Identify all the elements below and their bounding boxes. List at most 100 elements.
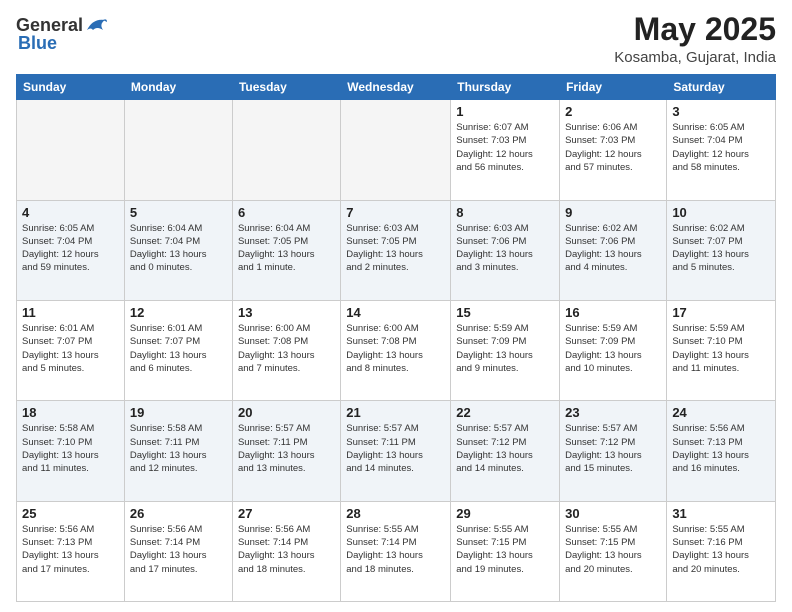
day-info: Sunrise: 6:02 AM Sunset: 7:07 PM Dayligh…: [672, 222, 770, 275]
table-row: 27 Sunrise: 5:56 AM Sunset: 7:14 PM Dayli…: [232, 501, 340, 601]
logo-bird-icon: [85, 16, 107, 34]
day-number: 7: [346, 205, 445, 220]
table-row: 9 Sunrise: 6:02 AM Sunset: 7:06 PM Daylig…: [560, 200, 667, 300]
calendar-week-row: 11 Sunrise: 6:01 AM Sunset: 7:07 PM Dayli…: [17, 300, 776, 400]
table-row: 19Sunrise: 5:58 AM Sunset: 7:11 PM Dayli…: [124, 401, 232, 501]
day-info: Sunrise: 5:57 AM Sunset: 7:11 PM Dayligh…: [238, 422, 335, 475]
day-info: Sunrise: 5:59 AM Sunset: 7:09 PM Dayligh…: [565, 322, 661, 375]
day-info: Sunrise: 5:57 AM Sunset: 7:12 PM Dayligh…: [565, 422, 661, 475]
day-number: 20: [238, 405, 335, 420]
day-number: 4: [22, 205, 119, 220]
page: General Blue May 2025 Kosamba, Gujarat, …: [0, 0, 792, 612]
day-number: 25: [22, 506, 119, 521]
location-title: Kosamba, Gujarat, India: [614, 49, 776, 66]
table-row: 30Sunrise: 5:55 AM Sunset: 7:15 PM Dayli…: [560, 501, 667, 601]
day-info: Sunrise: 6:03 AM Sunset: 7:06 PM Dayligh…: [456, 222, 554, 275]
table-row: 11 Sunrise: 6:01 AM Sunset: 7:07 PM Dayli…: [17, 300, 125, 400]
table-row: 14Sunrise: 6:00 AM Sunset: 7:08 PM Dayli…: [341, 300, 451, 400]
table-row: [341, 100, 451, 200]
table-row: 3 Sunrise: 6:05 AM Sunset: 7:04 PM Daylig…: [667, 100, 776, 200]
day-number: 31: [672, 506, 770, 521]
header-monday: Monday: [124, 75, 232, 100]
table-row: 26Sunrise: 5:56 AM Sunset: 7:14 PM Dayli…: [124, 501, 232, 601]
day-info: Sunrise: 5:56 AM Sunset: 7:13 PM Dayligh…: [22, 523, 119, 576]
day-number: 3: [672, 104, 770, 119]
day-number: 12: [130, 305, 227, 320]
day-info: Sunrise: 6:01 AM Sunset: 7:07 PM Dayligh…: [130, 322, 227, 375]
day-number: 29: [456, 506, 554, 521]
day-number: 21: [346, 405, 445, 420]
day-info: Sunrise: 5:55 AM Sunset: 7:15 PM Dayligh…: [456, 523, 554, 576]
day-number: 30: [565, 506, 661, 521]
calendar-week-row: 4Sunrise: 6:05 AM Sunset: 7:04 PM Daylig…: [17, 200, 776, 300]
day-number: 6: [238, 205, 335, 220]
table-row: 2 Sunrise: 6:06 AM Sunset: 7:03 PM Daylig…: [560, 100, 667, 200]
header-thursday: Thursday: [451, 75, 560, 100]
day-number: 14: [346, 305, 445, 320]
day-info: Sunrise: 5:56 AM Sunset: 7:13 PM Dayligh…: [672, 422, 770, 475]
day-number: 27: [238, 506, 335, 521]
day-info: Sunrise: 5:57 AM Sunset: 7:12 PM Dayligh…: [456, 422, 554, 475]
day-info: Sunrise: 6:06 AM Sunset: 7:03 PM Dayligh…: [565, 121, 661, 174]
day-number: 8: [456, 205, 554, 220]
table-row: 29 Sunrise: 5:55 AM Sunset: 7:15 PM Dayli…: [451, 501, 560, 601]
day-info: Sunrise: 5:58 AM Sunset: 7:10 PM Dayligh…: [22, 422, 119, 475]
header: General Blue May 2025 Kosamba, Gujarat, …: [16, 12, 776, 66]
day-number: 15: [456, 305, 554, 320]
table-row: 15 Sunrise: 5:59 AM Sunset: 7:09 PM Dayli…: [451, 300, 560, 400]
header-friday: Friday: [560, 75, 667, 100]
day-number: 17: [672, 305, 770, 320]
day-number: 5: [130, 205, 227, 220]
day-info: Sunrise: 6:01 AM Sunset: 7:07 PM Dayligh…: [22, 322, 119, 375]
table-row: [124, 100, 232, 200]
day-info: Sunrise: 5:56 AM Sunset: 7:14 PM Dayligh…: [238, 523, 335, 576]
day-info: Sunrise: 6:03 AM Sunset: 7:05 PM Dayligh…: [346, 222, 445, 275]
day-number: 2: [565, 104, 661, 119]
table-row: 10 Sunrise: 6:02 AM Sunset: 7:07 PM Dayli…: [667, 200, 776, 300]
title-block: May 2025 Kosamba, Gujarat, India: [614, 12, 776, 66]
table-row: 7 Sunrise: 6:03 AM Sunset: 7:05 PM Daylig…: [341, 200, 451, 300]
table-row: 31 Sunrise: 5:55 AM Sunset: 7:16 PM Dayli…: [667, 501, 776, 601]
calendar-table: Sunday Monday Tuesday Wednesday Thursday…: [16, 74, 776, 602]
day-number: 18: [22, 405, 119, 420]
day-info: Sunrise: 6:04 AM Sunset: 7:04 PM Dayligh…: [130, 222, 227, 275]
day-number: 13: [238, 305, 335, 320]
logo-general: General: [16, 16, 83, 34]
day-number: 23: [565, 405, 661, 420]
day-info: Sunrise: 6:04 AM Sunset: 7:05 PM Dayligh…: [238, 222, 335, 275]
day-number: 16: [565, 305, 661, 320]
table-row: [17, 100, 125, 200]
table-row: 6 Sunrise: 6:04 AM Sunset: 7:05 PM Daylig…: [232, 200, 340, 300]
day-number: 11: [22, 305, 119, 320]
day-info: Sunrise: 6:05 AM Sunset: 7:04 PM Dayligh…: [672, 121, 770, 174]
table-row: [232, 100, 340, 200]
table-row: 20 Sunrise: 5:57 AM Sunset: 7:11 PM Dayli…: [232, 401, 340, 501]
table-row: 18 Sunrise: 5:58 AM Sunset: 7:10 PM Dayli…: [17, 401, 125, 501]
day-number: 9: [565, 205, 661, 220]
table-row: 24Sunrise: 5:56 AM Sunset: 7:13 PM Dayli…: [667, 401, 776, 501]
logo: General Blue: [16, 16, 107, 52]
header-saturday: Saturday: [667, 75, 776, 100]
table-row: 22 Sunrise: 5:57 AM Sunset: 7:12 PM Dayli…: [451, 401, 560, 501]
table-row: 8 Sunrise: 6:03 AM Sunset: 7:06 PM Daylig…: [451, 200, 560, 300]
day-info: Sunrise: 6:02 AM Sunset: 7:06 PM Dayligh…: [565, 222, 661, 275]
header-wednesday: Wednesday: [341, 75, 451, 100]
day-number: 28: [346, 506, 445, 521]
day-info: Sunrise: 5:59 AM Sunset: 7:09 PM Dayligh…: [456, 322, 554, 375]
day-number: 10: [672, 205, 770, 220]
day-number: 26: [130, 506, 227, 521]
day-number: 22: [456, 405, 554, 420]
day-info: Sunrise: 5:59 AM Sunset: 7:10 PM Dayligh…: [672, 322, 770, 375]
logo-blue: Blue: [18, 34, 107, 52]
table-row: 23 Sunrise: 5:57 AM Sunset: 7:12 PM Dayli…: [560, 401, 667, 501]
calendar-week-row: 18 Sunrise: 5:58 AM Sunset: 7:10 PM Dayli…: [17, 401, 776, 501]
day-number: 19: [130, 405, 227, 420]
header-tuesday: Tuesday: [232, 75, 340, 100]
day-info: Sunrise: 5:55 AM Sunset: 7:16 PM Dayligh…: [672, 523, 770, 576]
day-info: Sunrise: 5:55 AM Sunset: 7:14 PM Dayligh…: [346, 523, 445, 576]
day-info: Sunrise: 5:57 AM Sunset: 7:11 PM Dayligh…: [346, 422, 445, 475]
calendar-week-row: 1Sunrise: 6:07 AM Sunset: 7:03 PM Daylig…: [17, 100, 776, 200]
table-row: 16 Sunrise: 5:59 AM Sunset: 7:09 PM Dayli…: [560, 300, 667, 400]
day-number: 1: [456, 104, 554, 119]
table-row: 21 Sunrise: 5:57 AM Sunset: 7:11 PM Dayli…: [341, 401, 451, 501]
